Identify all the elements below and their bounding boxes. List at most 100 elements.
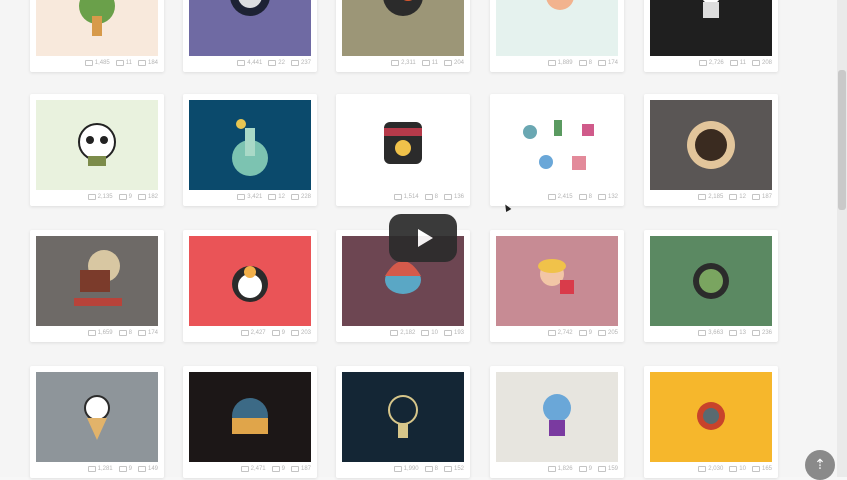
cupid-gift-illustration xyxy=(538,259,574,294)
artwork-thumbnail[interactable] xyxy=(342,100,464,190)
card-stats: 1,990 8 152 xyxy=(342,463,464,475)
artwork-card[interactable]: 1,281 9 149 xyxy=(30,366,164,478)
panda-sunset-illustration xyxy=(232,266,268,302)
card-stats: 3,663 13 236 xyxy=(650,327,772,339)
artwork-card[interactable]: 3,663 13 236 xyxy=(644,230,778,342)
crest-logo xyxy=(384,122,422,164)
artwork-thumbnail[interactable] xyxy=(496,372,618,462)
likes-icon xyxy=(118,466,127,472)
artwork-thumbnail[interactable] xyxy=(189,100,311,190)
astronaut-illustration xyxy=(703,0,719,18)
artwork-card[interactable]: 2,742 9 205 xyxy=(490,230,624,342)
likes-icon xyxy=(578,466,587,472)
card-stats: 2,185 12 187 xyxy=(650,191,772,203)
artwork-card[interactable]: 2,311 11 204 xyxy=(336,0,470,72)
artwork-thumbnail[interactable] xyxy=(496,0,618,56)
comments-icon xyxy=(751,466,760,472)
views-icon xyxy=(547,330,556,336)
artwork-thumbnail[interactable] xyxy=(496,100,618,190)
likes-icon xyxy=(118,194,127,200)
artwork-card[interactable]: 2,135 9 182 xyxy=(30,94,164,206)
comments-icon xyxy=(597,60,606,66)
artwork-thumbnail[interactable] xyxy=(36,100,158,190)
comments-icon xyxy=(597,330,606,336)
card-stats: 4,441 22 237 xyxy=(189,57,311,69)
artwork-card[interactable]: 1,659 8 174 xyxy=(30,230,164,342)
card-stats: 2,471 9 187 xyxy=(189,463,311,475)
artwork-card[interactable]: 1,990 8 152 xyxy=(336,366,470,478)
artwork-card[interactable]: 4,441 22 237 xyxy=(183,0,317,72)
statue-liberty-illustration xyxy=(232,119,268,176)
likes-icon xyxy=(578,60,587,66)
views-icon xyxy=(240,466,249,472)
circle-emblem xyxy=(687,121,735,169)
icons-set-illustration xyxy=(523,120,594,170)
card-stats: 2,726 11 208 xyxy=(650,57,772,69)
artwork-thumbnail[interactable] xyxy=(650,236,772,326)
views-icon xyxy=(237,194,246,200)
likes-icon xyxy=(421,60,430,66)
views-icon xyxy=(393,194,402,200)
comments-icon xyxy=(751,330,760,336)
artwork-thumbnail[interactable] xyxy=(36,0,158,56)
artwork-thumbnail[interactable] xyxy=(36,372,158,462)
artwork-card[interactable]: 2,185 12 187 xyxy=(644,94,778,206)
broccoli-illustration xyxy=(79,0,115,36)
video-play-button[interactable] xyxy=(389,214,457,262)
scrollbar-thumb[interactable] xyxy=(838,70,846,210)
likes-icon xyxy=(424,466,433,472)
views-icon xyxy=(87,194,96,200)
artwork-card[interactable]: 3,421 12 228 xyxy=(183,94,317,206)
card-stats: 1,281 9 149 xyxy=(36,463,158,475)
artwork-thumbnail[interactable] xyxy=(342,0,464,56)
bird-logo xyxy=(383,0,423,16)
artwork-card[interactable]: 1,889 8 174 xyxy=(490,0,624,72)
artwork-card[interactable]: 2,427 9 203 xyxy=(183,230,317,342)
artwork-card[interactable]: 1,485 11 184 xyxy=(30,0,164,72)
likes-icon xyxy=(268,194,277,200)
comments-icon xyxy=(751,60,760,66)
ice-cream-cat-illustration xyxy=(84,395,110,440)
views-icon xyxy=(237,60,246,66)
artwork-thumbnail[interactable] xyxy=(342,372,464,462)
earth-logo xyxy=(230,0,270,16)
likes-icon xyxy=(729,466,738,472)
scroll-to-top-button[interactable]: ⇡ xyxy=(805,450,835,480)
artwork-thumbnail[interactable] xyxy=(650,0,772,56)
artwork-card[interactable]: 1,826 9 159 xyxy=(490,366,624,478)
artwork-thumbnail[interactable] xyxy=(189,236,311,326)
card-stats: 2,415 8 132 xyxy=(496,191,618,203)
likes-icon xyxy=(578,330,587,336)
likes-icon xyxy=(421,330,430,336)
views-icon xyxy=(84,60,93,66)
comments-icon xyxy=(443,466,452,472)
card-stats: 2,135 9 182 xyxy=(36,191,158,203)
comments-icon xyxy=(290,330,299,336)
artwork-thumbnail[interactable] xyxy=(36,236,158,326)
artwork-thumbnail[interactable] xyxy=(650,372,772,462)
views-icon xyxy=(698,194,707,200)
comments-icon xyxy=(290,466,299,472)
cupid-illustration xyxy=(546,0,574,10)
likes-icon xyxy=(729,60,738,66)
card-stats: 3,421 12 228 xyxy=(189,191,311,203)
artwork-card[interactable]: 2,415 8 132 xyxy=(490,94,624,206)
card-stats: 1,889 8 174 xyxy=(496,57,618,69)
arrow-up-icon: ⇡ xyxy=(814,456,826,472)
artwork-thumbnail[interactable] xyxy=(650,100,772,190)
landscape-circle-logo xyxy=(232,398,268,434)
treasure-chest-illustration xyxy=(74,250,122,306)
artwork-thumbnail[interactable] xyxy=(189,0,311,56)
views-icon xyxy=(547,194,556,200)
likes-icon xyxy=(271,330,280,336)
views-icon xyxy=(390,330,399,336)
artwork-thumbnail[interactable] xyxy=(189,372,311,462)
page-scrollbar[interactable] xyxy=(837,0,847,477)
artwork-card[interactable]: 1,514 8 136 xyxy=(336,94,470,206)
artwork-card[interactable]: 2,471 9 187 xyxy=(183,366,317,478)
artwork-card[interactable]: 2,030 10 165 xyxy=(644,366,778,478)
artwork-thumbnail[interactable] xyxy=(496,236,618,326)
likes-icon xyxy=(118,330,127,336)
artwork-card[interactable]: 2,726 11 208 xyxy=(644,0,778,72)
card-stats: 2,427 9 203 xyxy=(189,327,311,339)
